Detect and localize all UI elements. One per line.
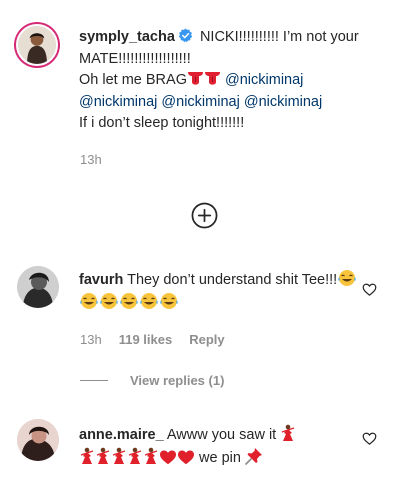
tears-of-joy-emoji [119,292,139,310]
comment-text: favurh They don’t understand shit Tee!!! [79,269,359,314]
reply-button[interactable]: Reply [189,332,224,347]
comment-timestamp[interactable]: 13h [80,332,102,347]
dancer-emoji [95,447,111,465]
tears-of-joy-emoji [79,292,99,310]
view-replies-button[interactable]: View replies (1) [130,373,224,388]
post-author-username[interactable]: symply_tacha [79,29,175,45]
verified-badge-icon [178,28,193,43]
dancer-emoji [127,447,143,465]
comment-text: anne.maire_ Awww you saw it we pin [79,424,359,469]
mention-link[interactable]: @nickiminaj [79,94,157,110]
dancer-emoji [79,447,95,465]
comment-author-username[interactable]: anne.maire_ [79,427,164,443]
tears-of-joy-emoji [99,292,119,310]
view-replies[interactable]: View replies (1) [80,373,224,388]
pushpin-emoji [245,447,263,465]
heart-outline-icon[interactable] [362,431,377,446]
comment-meta: 13h 119 likes Reply [80,332,225,347]
comment-likes[interactable]: 119 likes [119,332,173,347]
plus-circle-icon[interactable] [191,202,218,229]
heart-outline-icon[interactable] [362,282,377,297]
red-heart-emoji [177,449,195,465]
comment-body-end: we pin [195,449,241,466]
mention-link[interactable]: @nickiminaj [244,94,322,110]
post-text-2: Oh let me BRAG [79,72,187,88]
tears-of-joy-emoji [159,292,179,310]
divider [80,380,108,381]
red-heart-emoji [159,449,177,465]
dancer-emoji [280,424,296,442]
comment-body: They don’t understand shit Tee!!! [123,272,338,288]
dancer-emoji [143,447,159,465]
comment-author-avatar[interactable] [17,266,59,308]
tongue-emoji [187,70,204,87]
comment-author-avatar[interactable] [17,419,59,461]
post-caption: symply_tacha NICKI!!!!!!!!!! I’m not you… [79,27,389,135]
tears-of-joy-emoji [139,292,159,310]
tears-of-joy-emoji [337,269,357,287]
post-text-3: If i don’t sleep tonight!!!!!!! [79,115,245,131]
tongue-emoji [204,70,221,87]
post-author-avatar[interactable] [16,24,58,66]
mention-link[interactable]: @nickiminaj [161,94,239,110]
comment-author-username[interactable]: favurh [79,272,123,288]
dancer-emoji [111,447,127,465]
comment-body: Awww you saw it [163,427,277,443]
post-timestamp[interactable]: 13h [80,152,102,167]
mention-link[interactable]: @nickiminaj [225,72,303,88]
